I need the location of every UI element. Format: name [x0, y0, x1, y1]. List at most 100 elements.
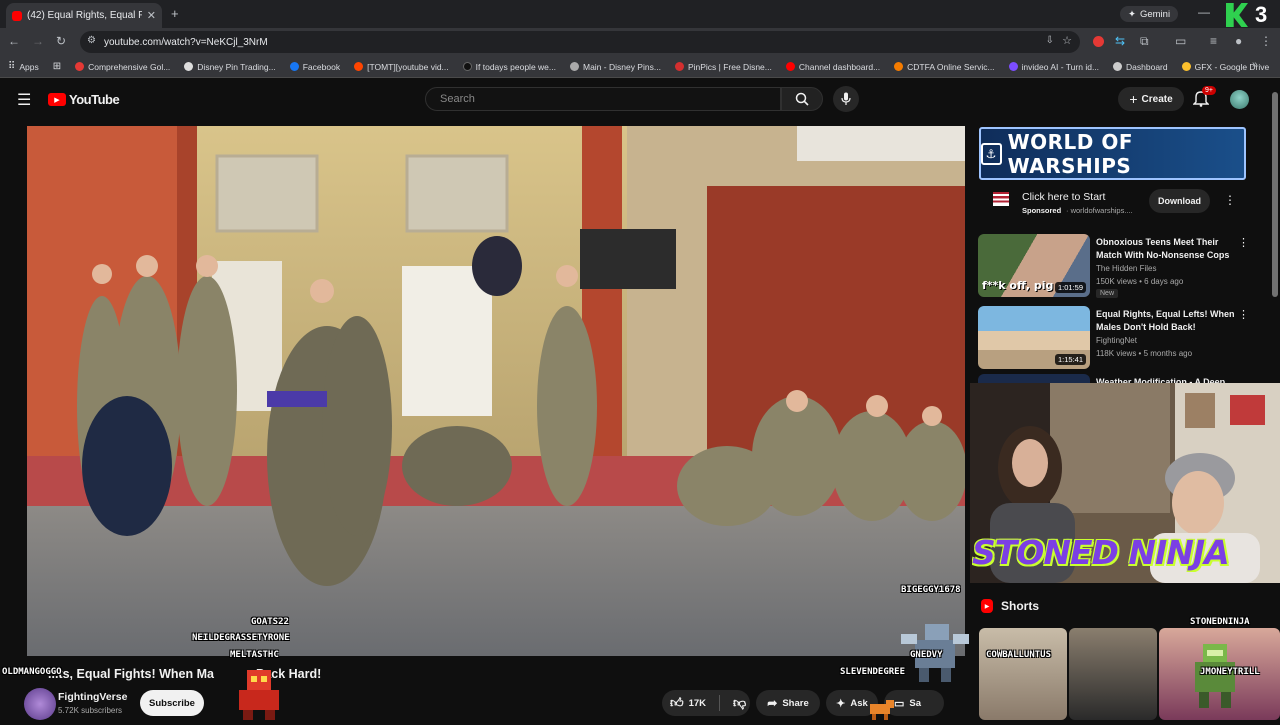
voice-search-button[interactable]: [833, 86, 859, 112]
create-button[interactable]: + Create: [1118, 87, 1184, 111]
bookmark-favicon-icon: [569, 62, 579, 71]
extensions-puzzle-icon[interactable]: ⧉: [1140, 34, 1149, 49]
browser-toolbar: ← → ↻ ⚙ youtube.com/watch?v=NeKCjl_3NrM …: [0, 28, 1280, 56]
more-bookmarks-icon[interactable]: »: [1252, 59, 1258, 70]
video-thumbnail[interactable]: 1:15:41: [978, 306, 1090, 369]
bookmark-item[interactable]: invideo AI - Turn id...: [1008, 62, 1099, 72]
video-player[interactable]: [27, 126, 965, 656]
like-count: 17K: [688, 697, 707, 709]
recommendation-meta: 150K views • 6 days ago: [1096, 277, 1184, 286]
recommendation-title[interactable]: Obnoxious Teens Meet Their Match With No…: [1096, 236, 1236, 262]
extension-blue-icon[interactable]: ⇆: [1115, 34, 1125, 48]
profile-icon[interactable]: ●: [1235, 34, 1242, 48]
webcam-banner-text: STONED NINJA: [972, 533, 1230, 572]
extension-red-icon[interactable]: [1093, 36, 1104, 47]
thumbs-up-icon: 👍︎: [670, 695, 684, 710]
browser-tabbar: (42) Equal Rights, Equal Fig ✕ + ✦ Gemin…: [0, 0, 1280, 28]
reload-icon[interactable]: ↻: [56, 34, 66, 48]
apps-grid-icon: ⠿: [8, 61, 16, 72]
bookmark-item[interactable]: Facebook: [289, 62, 340, 72]
new-tab-icon[interactable]: +: [171, 6, 179, 21]
bookmark-item[interactable]: ⊞: [53, 61, 61, 72]
install-app-icon[interactable]: ⇩: [1046, 35, 1054, 46]
shorts-thumbnail[interactable]: [979, 628, 1067, 720]
bookmark-star-icon[interactable]: ☆: [1062, 34, 1072, 47]
bookmark-item[interactable]: Disney Pin Trading...: [184, 62, 276, 72]
site-info-icon[interactable]: ⚙: [87, 35, 96, 46]
recommendation-channel[interactable]: The Hidden Files: [1096, 262, 1156, 275]
search-input[interactable]: Search: [425, 87, 781, 111]
bookmark-item[interactable]: Dashboard: [1113, 62, 1168, 72]
channel-avatar[interactable]: [24, 688, 56, 720]
bookmark-item[interactable]: Channel dashboard...: [785, 62, 880, 72]
download-button[interactable]: Download: [1149, 189, 1210, 213]
overlay-username: SLEVENDEGREE: [840, 667, 906, 677]
orange-sprite-overlay: [866, 698, 896, 720]
subscribe-button[interactable]: Subscribe: [140, 690, 204, 716]
k-logo-icon: [1226, 3, 1248, 27]
recommendation-channel[interactable]: FightingNet: [1096, 334, 1137, 347]
subscriber-count: 5.72K subscribers: [58, 706, 123, 715]
overlay-username: JMONEYTRILL: [1200, 667, 1260, 677]
recommendation-item[interactable]: 1:15:41 Equal Rights, Equal Lefts! When …: [978, 306, 1249, 372]
overlay-username: BIGEGGY1678: [901, 585, 961, 595]
recommendation-meta: 118K views • 5 months ago: [1096, 349, 1193, 358]
overlay-username: OLDMANGOGGO: [2, 667, 62, 677]
ad-info-row: Click here to Start Sponsored · worldofw…: [979, 186, 1246, 220]
thumbnail-caption: f**k off, pig: [982, 279, 1054, 292]
like-dislike-group: 👍︎ 17K 👎︎: [662, 690, 750, 716]
bookmark-item[interactable]: PinPics | Free Disne...: [674, 62, 772, 72]
page-scrollbar-thumb[interactable]: [1272, 92, 1278, 297]
overlay-username: GOATS22: [251, 617, 289, 627]
notification-badge: 9+: [1202, 86, 1216, 95]
tiktok-icon: [462, 62, 472, 71]
pixel-dog-icon: [870, 700, 894, 720]
avatar[interactable]: [1230, 90, 1249, 109]
more-options-icon[interactable]: ⋮: [1238, 308, 1249, 321]
ad-banner[interactable]: ⚓ WORLD OF WARSHIPS: [979, 127, 1246, 180]
recommendation-title[interactable]: Equal Rights, Equal Lefts! When Males Do…: [1096, 308, 1236, 334]
bookmark-item[interactable]: If todays people we...: [462, 62, 556, 72]
bookmark-item[interactable]: Comprehensive Gol...: [75, 62, 170, 72]
overlay-username: GNEDVY: [910, 650, 943, 660]
ad-title[interactable]: Click here to Start: [1022, 191, 1105, 203]
channel-name[interactable]: FightingVerse: [58, 691, 127, 703]
media-queue-icon[interactable]: ≡: [1210, 34, 1217, 48]
video-thumbnail[interactable]: f**k off, pig 1:01:59: [978, 234, 1090, 297]
minimize-icon[interactable]: —: [1198, 5, 1210, 19]
address-bar[interactable]: ⚙ youtube.com/watch?v=NeKCjl_3NrM ⇩ ☆: [80, 31, 1080, 53]
browser-tab[interactable]: (42) Equal Rights, Equal Fig ✕: [6, 3, 162, 28]
bookmark-item[interactable]: Main - Disney Pins...: [569, 62, 661, 72]
bookmark-item[interactable]: [TOMT][youtube vid...: [354, 62, 449, 72]
shorts-thumbnail[interactable]: [1069, 628, 1157, 720]
sprite-overlay-character: [225, 660, 293, 720]
youtube-logo[interactable]: ▶ YouTube: [48, 92, 120, 107]
gemini-button[interactable]: ✦ Gemini: [1120, 6, 1179, 22]
browser-menu-icon[interactable]: ⋮: [1260, 34, 1272, 48]
sidebar-icon[interactable]: ▭: [1175, 34, 1186, 48]
bookmark-item[interactable]: CDTFA Online Servic...: [894, 62, 995, 72]
bookmark-favicon-icon: [184, 62, 194, 71]
share-button[interactable]: ➦ Share: [756, 690, 820, 716]
hamburger-menu-icon[interactable]: ☰: [17, 90, 31, 110]
gemini-sparkle-icon: ✦: [1128, 8, 1136, 20]
bookmarks-bar: ⠿ Apps ⊞ Comprehensive Gol... Disney Pin …: [0, 56, 1280, 78]
overlay-username: STONEDNINJA: [1190, 617, 1250, 627]
more-options-icon[interactable]: ⋮: [1238, 236, 1249, 249]
pixel-character-icon: [239, 670, 279, 720]
plus-icon: +: [1129, 91, 1138, 107]
bookmark-favicon-icon: [75, 62, 85, 71]
close-tab-icon[interactable]: ✕: [147, 9, 156, 22]
like-button[interactable]: 👍︎ 17K: [670, 695, 706, 711]
streamer-webcam: STONED NINJA: [970, 383, 1280, 583]
more-options-icon[interactable]: ⋮: [1224, 193, 1236, 207]
search-button[interactable]: [781, 87, 823, 111]
bookmark-favicon-icon: [674, 62, 684, 71]
dislike-button[interactable]: 👎︎: [733, 695, 746, 711]
back-icon[interactable]: ←: [8, 34, 20, 48]
forward-icon[interactable]: →: [32, 34, 44, 48]
bookmark-apps[interactable]: ⠿ Apps: [8, 61, 39, 72]
notifications-button[interactable]: 9+: [1192, 86, 1216, 112]
advertiser-logo-icon: [993, 192, 1009, 206]
recommendation-item[interactable]: f**k off, pig 1:01:59 Obnoxious Teens Me…: [978, 234, 1249, 300]
